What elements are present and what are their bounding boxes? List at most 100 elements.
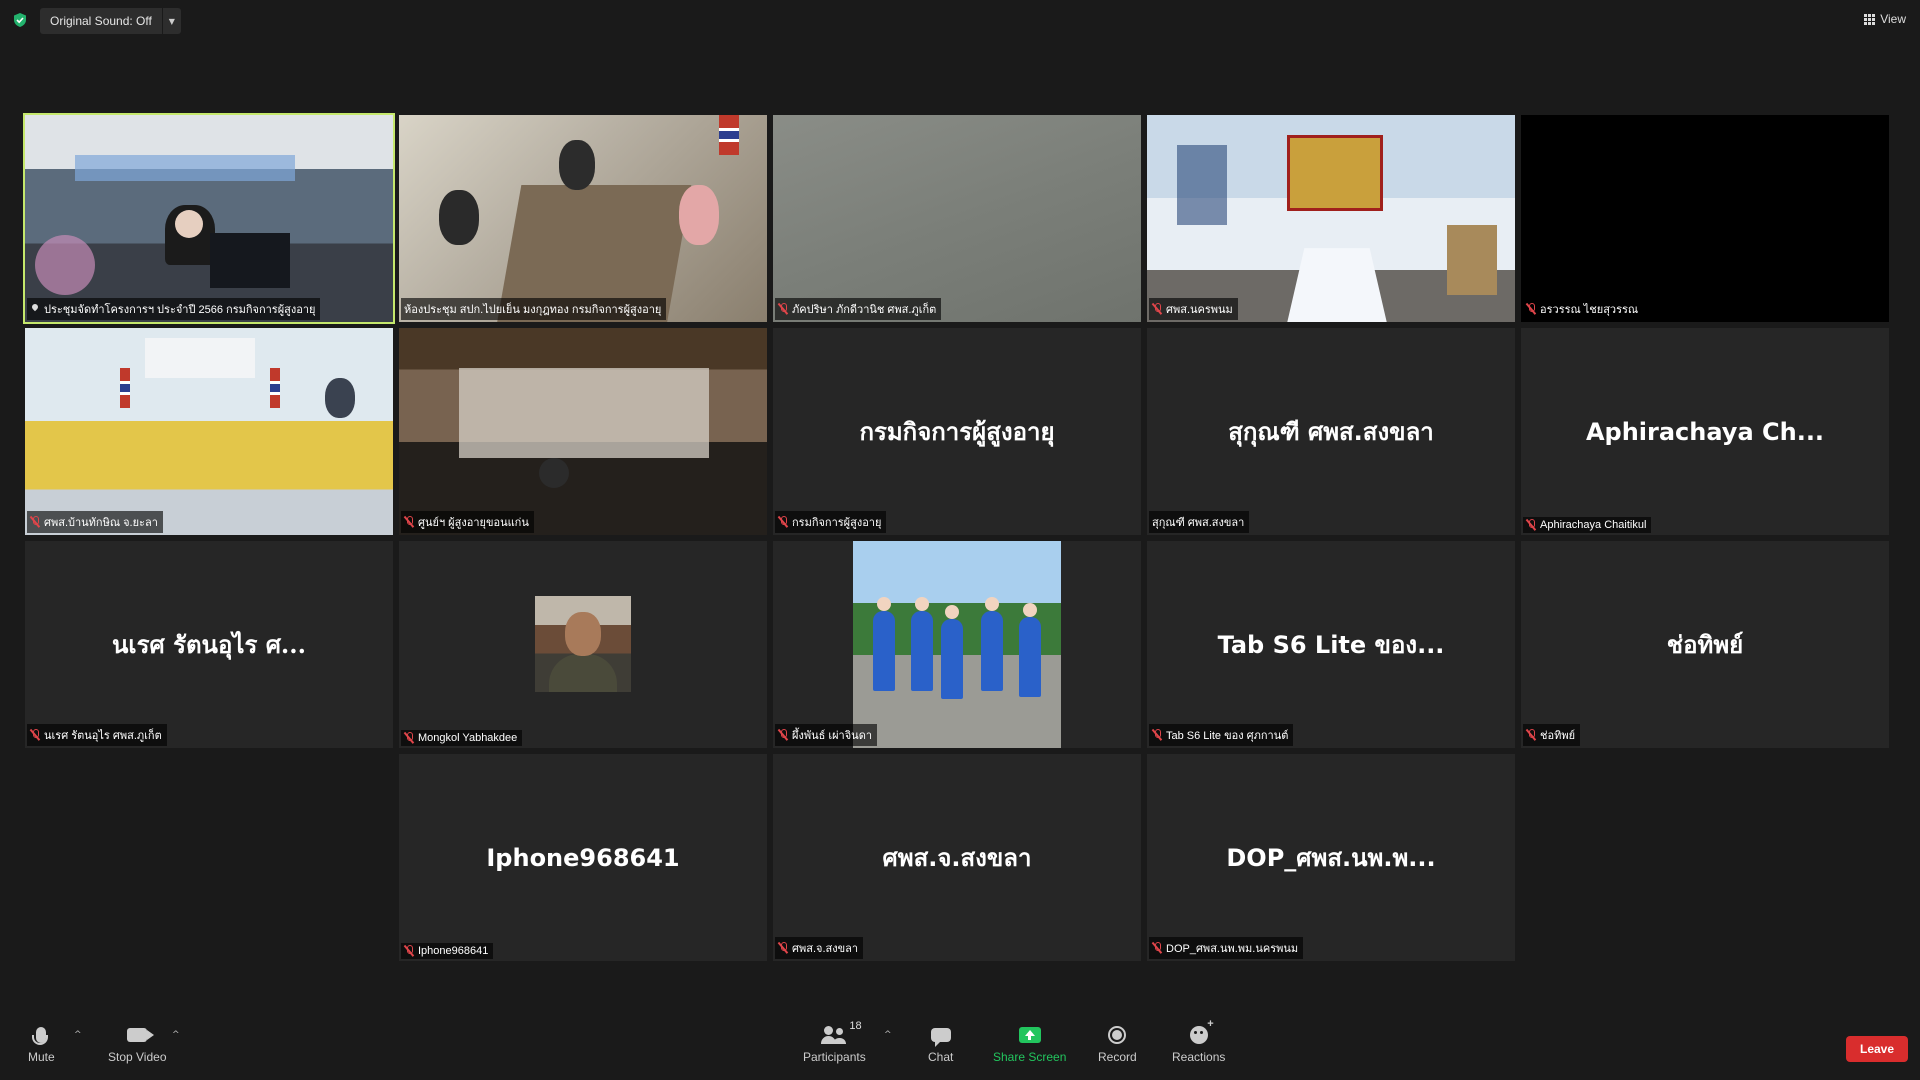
mic-muted-icon xyxy=(1152,942,1162,954)
grid-view-icon xyxy=(1864,13,1876,25)
microphone-icon xyxy=(32,1027,49,1045)
leave-button[interactable]: Leave xyxy=(1846,1036,1908,1062)
video-feed xyxy=(25,115,393,322)
mic-muted-icon xyxy=(1526,729,1536,741)
participant-name: Mongkol Yabhakdee xyxy=(418,732,518,744)
participant-tile[interactable]: สุกุณฑี ศพส.สงขลา สุกุณฑี ศพส.สงขลา xyxy=(1147,328,1515,535)
participant-nameplate: DOP_ศพส.นพ.พม.นครพนม xyxy=(1149,937,1304,959)
video-feed xyxy=(399,115,767,322)
participant-name: ช่อทิพย์ xyxy=(1540,730,1576,742)
pin-icon xyxy=(30,304,40,314)
participant-display-name: Tab S6 Lite ของ... xyxy=(1217,631,1445,659)
video-feed xyxy=(25,328,393,535)
participant-tile[interactable]: DOP_ศพส.นพ.พ... DOP_ศพส.นพ.พม.นครพนม xyxy=(1147,754,1515,961)
stop-video-button[interactable]: Stop Video xyxy=(108,1022,167,1064)
participant-tile[interactable]: ศพส.นครพนม xyxy=(1147,115,1515,322)
participant-nameplate: สุกุณฑี ศพส.สงขลา xyxy=(1149,511,1250,533)
participant-name: ภัคปริษา ภักดีวานิช ศพส.ภูเก็ต xyxy=(792,304,937,316)
mic-muted-icon xyxy=(1152,303,1162,315)
participant-tile[interactable]: ศพส.จ.สงขลา ศพส.จ.สงขลา xyxy=(773,754,1141,961)
participant-nameplate: Iphone968641 xyxy=(401,943,494,959)
mute-button[interactable]: Mute xyxy=(28,1022,55,1064)
mic-muted-icon xyxy=(778,303,788,315)
participant-tile[interactable]: นเรศ รัตนอุไร ศ... นเรศ รัตนอุไร ศพส.ภูเ… xyxy=(25,541,393,748)
participant-name: ศพส.จ.สงขลา xyxy=(792,943,859,955)
chevron-down-icon[interactable]: ▼ xyxy=(161,8,181,34)
participant-name: นเรศ รัตนอุไร ศพส.ภูเก็ต xyxy=(44,730,162,742)
participant-display-name: DOP_ศพส.นพ.พ... xyxy=(1226,844,1436,872)
video-feed xyxy=(1147,115,1515,322)
video-camera-icon xyxy=(127,1028,155,1042)
participant-tile[interactable]: Tab S6 Lite ของ... Tab S6 Lite ของ ศุภกา… xyxy=(1147,541,1515,748)
chat-icon xyxy=(930,1028,951,1047)
participant-tile[interactable]: Aphirachaya Ch... Aphirachaya Chaitikul xyxy=(1521,328,1889,535)
reactions-icon xyxy=(1189,1018,1214,1044)
share-screen-icon xyxy=(1018,1027,1041,1043)
participant-nameplate: ช่อทิพย์ xyxy=(1523,724,1581,746)
participant-tile[interactable]: Iphone968641 Iphone968641 xyxy=(399,754,767,961)
record-label: Record xyxy=(1098,1050,1137,1064)
stop-video-label: Stop Video xyxy=(108,1050,167,1064)
view-button[interactable]: View xyxy=(1864,12,1906,26)
shield-icon[interactable] xyxy=(12,12,28,28)
participant-name: ห้องประชุม สปก.ไปยเย็น มงกุฎทอง กรมกิจกา… xyxy=(404,304,662,316)
participant-tile[interactable]: อรวรรณ ไชยสุวรรณ xyxy=(1521,115,1889,322)
participant-tile[interactable]: ห้องประชุม สปก.ไปยเย็น มงกุฎทอง กรมกิจกา… xyxy=(399,115,767,322)
video-feed xyxy=(1521,115,1889,322)
mic-muted-icon xyxy=(1526,303,1536,315)
participant-name: ศพส.นครพนม xyxy=(1166,304,1233,316)
video-feed xyxy=(399,328,767,535)
view-label: View xyxy=(1880,12,1906,26)
chat-label: Chat xyxy=(928,1050,954,1064)
mic-muted-icon xyxy=(1526,519,1536,531)
participant-tile[interactable]: ประชุมจัดทำโครงการฯ ประจำปี 2566 กรมกิจก… xyxy=(23,113,395,324)
reactions-button[interactable]: Reactions xyxy=(1172,1018,1225,1064)
audio-options-caret[interactable]: ^ xyxy=(74,1030,82,1040)
participant-display-name: ช่อทิพย์ xyxy=(1666,631,1744,659)
participant-display-name: สุกุณฑี ศพส.สงขลา xyxy=(1228,418,1434,446)
participant-nameplate: Mongkol Yabhakdee xyxy=(401,730,523,746)
video-options-caret[interactable]: ^ xyxy=(172,1030,180,1040)
chat-button[interactable]: Chat xyxy=(928,1022,953,1064)
participant-nameplate: ศพส.บ้านทักษิณ จ.ยะลา xyxy=(27,511,163,533)
participants-button[interactable]: 18 Participants xyxy=(803,1020,866,1064)
participant-name: ประชุมจัดทำโครงการฯ ประจำปี 2566 กรมกิจก… xyxy=(44,304,316,316)
share-screen-label: Share Screen xyxy=(993,1050,1067,1064)
video-feed xyxy=(773,115,1141,322)
participant-tile[interactable]: Mongkol Yabhakdee xyxy=(399,541,767,748)
meeting-controls-toolbar: Mute ^ Stop Video ^ 18 Participants ^ Ch… xyxy=(0,1008,1920,1080)
participant-tile[interactable]: ศูนย์ฯ ผู้สูงอายุขอนแก่น xyxy=(399,328,767,535)
participants-icon xyxy=(821,1026,847,1044)
participant-name: กรมกิจการผู้สูงอายุ xyxy=(792,517,882,529)
participants-options-caret[interactable]: ^ xyxy=(884,1030,892,1040)
participant-nameplate: ผึ้งพันธ์ เผ่าจินดา xyxy=(775,724,878,746)
avatar xyxy=(853,541,1061,748)
participant-nameplate: ประชุมจัดทำโครงการฯ ประจำปี 2566 กรมกิจก… xyxy=(27,298,321,320)
participant-name: อรวรรณ ไชยสุวรรณ xyxy=(1540,304,1639,316)
participant-nameplate: ศพส.นครพนม xyxy=(1149,298,1238,320)
participant-tile[interactable]: ภัคปริษา ภักดีวานิช ศพส.ภูเก็ต xyxy=(773,115,1141,322)
share-screen-button[interactable]: Share Screen xyxy=(993,1022,1066,1064)
mic-muted-icon xyxy=(778,942,788,954)
participant-nameplate: ศพส.จ.สงขลา xyxy=(775,937,864,959)
participant-nameplate: ภัคปริษา ภักดีวานิช ศพส.ภูเก็ต xyxy=(775,298,942,320)
mic-muted-icon xyxy=(404,516,414,528)
participant-tile[interactable]: ช่อทิพย์ ช่อทิพย์ xyxy=(1521,541,1889,748)
participant-tile[interactable]: ผึ้งพันธ์ เผ่าจินดา xyxy=(773,541,1141,748)
participant-name: สุกุณฑี ศพส.สงขลา xyxy=(1152,517,1245,529)
participant-name: ศพส.บ้านทักษิณ จ.ยะลา xyxy=(44,517,158,529)
participant-display-name: Aphirachaya Ch... xyxy=(1585,417,1825,446)
mic-muted-icon xyxy=(30,729,40,741)
participant-nameplate: นเรศ รัตนอุไร ศพส.ภูเก็ต xyxy=(27,724,167,746)
participant-display-name: Iphone968641 xyxy=(486,843,680,872)
original-sound-control[interactable]: Original Sound: Off ▼ xyxy=(40,8,181,34)
participant-tile[interactable]: ศพส.บ้านทักษิณ จ.ยะลา xyxy=(25,328,393,535)
participant-nameplate: ศูนย์ฯ ผู้สูงอายุขอนแก่น xyxy=(401,511,534,533)
participant-tile[interactable]: กรมกิจการผู้สูงอายุ กรมกิจการผู้สูงอายุ xyxy=(773,328,1141,535)
record-button[interactable]: Record xyxy=(1098,1022,1137,1064)
participants-count: 18 xyxy=(849,1020,862,1032)
original-sound-label[interactable]: Original Sound: Off xyxy=(40,14,162,28)
participant-name: Iphone968641 xyxy=(418,945,489,957)
participant-nameplate: อรวรรณ ไชยสุวรรณ xyxy=(1523,298,1644,320)
record-icon xyxy=(1108,1026,1127,1044)
